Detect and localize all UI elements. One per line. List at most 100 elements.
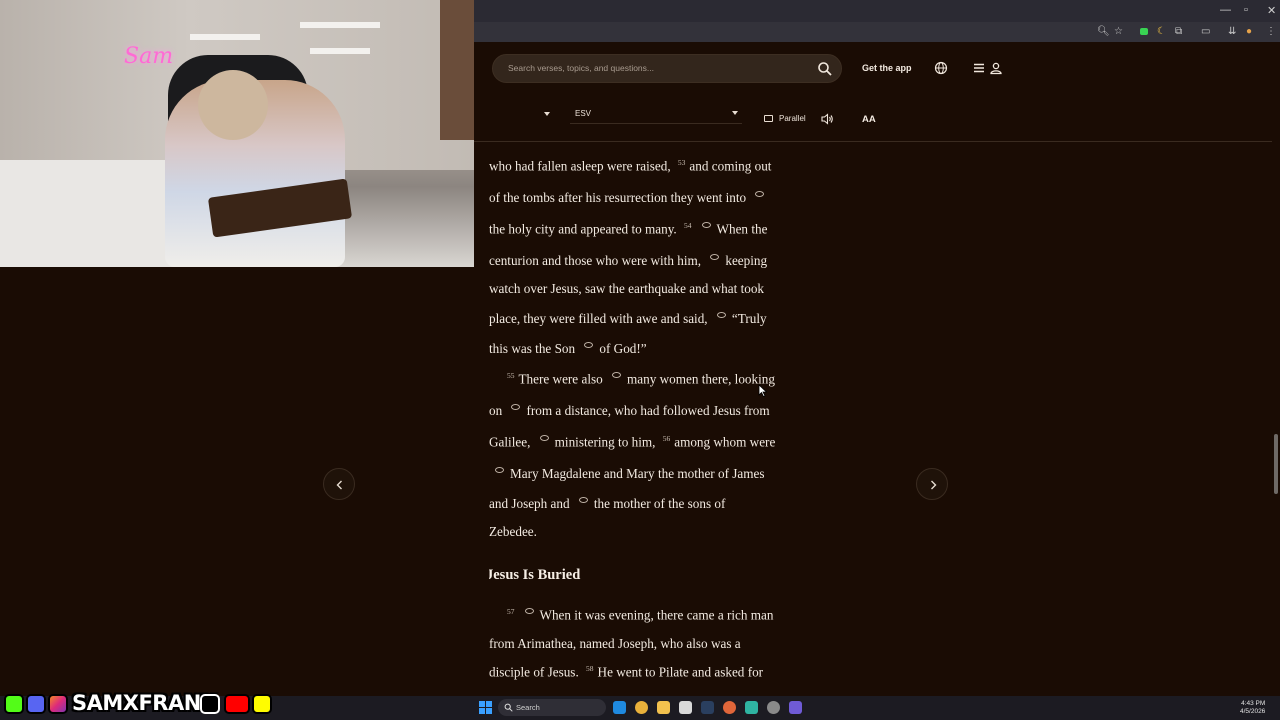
cross-reference-note-icon[interactable] — [578, 496, 588, 503]
verse-text: of God!” — [599, 341, 647, 356]
settings-icon[interactable] — [767, 701, 780, 714]
cross-reference-note-icon[interactable] — [539, 435, 549, 441]
browser-menu-icon[interactable]: ⋮ — [1266, 26, 1276, 37]
verse-text: When it was evening, there came a rich m… — [539, 607, 774, 623]
taskbar-search[interactable]: Search — [498, 699, 606, 716]
verse-text: disciple of Jesus. — [489, 664, 579, 680]
cross-reference-note-icon[interactable] — [755, 190, 765, 197]
verse-number[interactable]: 53 — [678, 158, 686, 167]
youtube-icon — [224, 694, 250, 714]
file-explorer-icon[interactable] — [657, 701, 670, 714]
app-icon[interactable] — [745, 701, 758, 714]
steam-icon[interactable] — [701, 701, 714, 714]
cross-reference-note-icon[interactable] — [511, 403, 521, 410]
verse-text: place, they were filled with awe and sai… — [489, 311, 708, 326]
text-size-button[interactable]: AA — [862, 114, 876, 125]
windows-start-icon[interactable] — [479, 701, 492, 714]
verse-text: among whom were — [674, 434, 776, 450]
version-select[interactable]: ESV — [570, 108, 742, 124]
sidebar-icon[interactable]: ▭ — [1201, 26, 1210, 37]
search-icon[interactable] — [817, 61, 833, 77]
verse-text: centurion and those who were with him, — [489, 253, 702, 268]
verse-text: and coming out — [689, 158, 772, 174]
verse-number[interactable]: 55 — [507, 371, 515, 380]
chrome-icon[interactable] — [635, 701, 648, 714]
kick-icon — [4, 694, 24, 714]
passage-line: who had fallen asleep were raised, 53 and… — [489, 158, 771, 174]
passage-line: of the tombs after his resurrection they… — [489, 190, 770, 206]
passage-line: centurion and those who were with him, k… — [489, 253, 767, 269]
verse-text: and Joseph and — [489, 496, 570, 511]
cross-reference-note-icon[interactable] — [612, 372, 622, 378]
verse-number[interactable]: 56 — [663, 434, 671, 443]
scrollbar-thumb[interactable] — [1274, 434, 1278, 494]
screen: Sam — ▫ ✕ 🔍︎ ☆ ☾ ⧉ ▭ ⇊ ● ⋮ Search verses… — [0, 0, 1280, 720]
discord-taskbar-icon[interactable] — [789, 701, 802, 714]
browser-app-icon[interactable] — [723, 701, 736, 714]
verse-text: Mary Magdalene and Mary the mother of Ja… — [510, 466, 765, 481]
system-clock[interactable]: 4:43 PM 4/5/2026 — [1240, 700, 1265, 716]
next-chapter-button[interactable] — [916, 468, 948, 500]
passage-line: this was the Son of God!” — [489, 341, 647, 357]
verse-text: of the tombs after his resurrection they… — [489, 190, 747, 205]
cross-reference-note-icon[interactable] — [710, 253, 720, 260]
globe-icon[interactable] — [934, 61, 948, 75]
search-input[interactable]: Search verses, topics, and questions... — [508, 63, 654, 73]
snapchat-icon — [252, 694, 272, 714]
minimize-button[interactable]: — — [1220, 4, 1231, 16]
cross-reference-note-icon[interactable] — [701, 222, 711, 228]
browser-titlebar: — ▫ ✕ — [474, 0, 1280, 22]
cross-reference-note-icon[interactable] — [716, 311, 726, 318]
webcam-shelf — [310, 48, 370, 54]
close-window-button[interactable]: ✕ — [1267, 4, 1276, 17]
user-account-icon[interactable] — [989, 61, 1003, 75]
verse-text: who had fallen asleep were raised, — [489, 158, 671, 174]
parallel-button[interactable]: Parallel — [779, 114, 806, 123]
verse-number[interactable]: 54 — [684, 221, 692, 230]
mouse-pointer-icon — [758, 384, 767, 397]
verse-text: many women there, looking — [627, 371, 775, 387]
cross-reference-note-icon[interactable] — [524, 608, 534, 614]
clock-date: 4/5/2026 — [1240, 708, 1266, 715]
verse-text: He went to Pilate and asked for — [597, 664, 764, 680]
extension-icon[interactable] — [1140, 28, 1148, 35]
verse-number[interactable]: 57 — [507, 607, 515, 616]
puzzle-extensions-icon[interactable]: ⧉ — [1175, 26, 1182, 37]
clock-time: 4:43 PM — [1241, 700, 1266, 707]
bookmark-star-icon[interactable]: ☆ — [1114, 26, 1123, 37]
verse-number[interactable]: 58 — [586, 664, 594, 673]
page-scrollbar[interactable] — [1272, 44, 1280, 696]
webcam-overlay: Sam — [0, 0, 474, 267]
downloads-icon[interactable]: ⇊ — [1228, 26, 1236, 37]
audio-speaker-icon[interactable] — [820, 112, 834, 126]
version-label: ESV — [575, 109, 592, 118]
edge-icon[interactable] — [613, 701, 626, 714]
profile-icon[interactable]: ● — [1246, 26, 1252, 37]
chevron-right-icon — [931, 480, 937, 490]
passage-line: from Arimathea, named Joseph, who also w… — [489, 636, 741, 652]
passage-line: Galilee, ministering to him, 56 among who… — [489, 434, 775, 450]
verse-search-bar[interactable]: Search verses, topics, and questions... — [492, 54, 842, 83]
passage-line: and Joseph and the mother of the sons of — [489, 496, 725, 512]
parallel-icon — [764, 115, 773, 122]
menu-icon[interactable] — [972, 61, 986, 75]
maximize-button[interactable]: ▫ — [1244, 4, 1248, 16]
cross-reference-note-icon[interactable] — [584, 341, 594, 348]
passage-line: place, they were filled with awe and sai… — [489, 311, 767, 327]
search-icon — [504, 703, 513, 712]
zoom-icon[interactable]: 🔍︎ — [1097, 26, 1110, 37]
get-the-app-link[interactable]: Get the app — [862, 63, 912, 73]
passage-line: Mary Magdalene and Mary the mother of Ja… — [489, 466, 765, 482]
previous-chapter-button[interactable] — [323, 468, 355, 500]
x-twitter-icon — [200, 694, 220, 714]
webcam-shelf — [300, 22, 380, 28]
verse-text: on — [489, 403, 503, 418]
verse-text: Zebedee. — [489, 524, 537, 539]
chevron-down-icon — [544, 112, 550, 116]
verse-text: this was the Son — [489, 341, 576, 356]
cross-reference-note-icon[interactable] — [495, 466, 504, 473]
taskbar-search-label: Search — [516, 703, 540, 712]
book-chapter-select[interactable] — [474, 109, 554, 123]
moon-extension-icon[interactable]: ☾ — [1157, 26, 1166, 37]
store-icon[interactable] — [679, 701, 692, 714]
